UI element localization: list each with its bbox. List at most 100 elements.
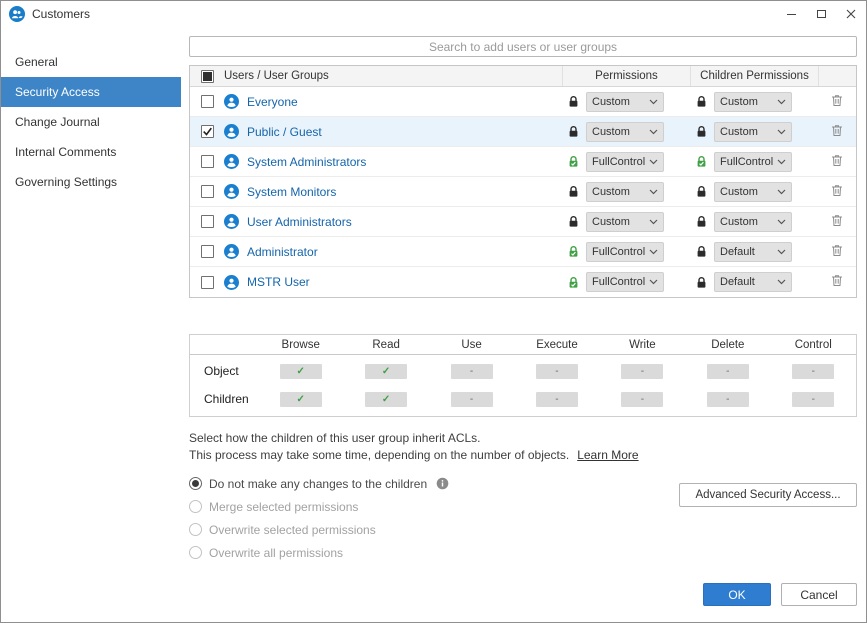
matrix-cell[interactable]: -: [621, 392, 663, 407]
row-checkbox[interactable]: [201, 155, 214, 168]
children-permission-dropdown[interactable]: Custom: [714, 92, 792, 112]
children-permission-dropdown[interactable]: FullControl: [714, 152, 792, 172]
matrix-cell[interactable]: -: [451, 364, 493, 379]
matrix-cell[interactable]: -: [707, 392, 749, 407]
row-checkbox[interactable]: [201, 276, 214, 289]
granted-icon: [567, 245, 580, 258]
permission-dropdown[interactable]: Custom: [586, 92, 664, 112]
user-name[interactable]: MSTR User: [247, 275, 310, 289]
advanced-security-access-button[interactable]: Advanced Security Access...: [679, 483, 857, 507]
cancel-button[interactable]: Cancel: [781, 583, 857, 606]
matrix-cell[interactable]: -: [451, 392, 493, 407]
radio-icon[interactable]: [189, 477, 202, 490]
matrix-cell[interactable]: ✓: [365, 364, 407, 379]
permission-dropdown[interactable]: Custom: [586, 122, 664, 142]
permission-dropdown[interactable]: FullControl: [586, 272, 664, 292]
delete-button[interactable]: [831, 214, 843, 230]
matrix-cell[interactable]: -: [707, 364, 749, 379]
matrix-cell[interactable]: -: [792, 364, 834, 379]
dropdown-value: Custom: [592, 126, 630, 138]
children-permission-dropdown[interactable]: Custom: [714, 212, 792, 232]
user-name[interactable]: User Administrators: [247, 215, 352, 229]
matrix-cell[interactable]: -: [536, 392, 578, 407]
sidebar-item-security-access[interactable]: Security Access: [1, 77, 181, 107]
permission-dropdown[interactable]: Custom: [586, 182, 664, 202]
row-checkbox[interactable]: [201, 185, 214, 198]
dropdown-value: FullControl: [592, 156, 645, 168]
radio-icon[interactable]: [189, 546, 202, 559]
permission-dropdown[interactable]: Custom: [586, 212, 664, 232]
sidebar-item-general[interactable]: General: [1, 47, 181, 77]
chevron-down-icon: [777, 96, 786, 108]
matrix-cell[interactable]: ✓: [280, 392, 322, 407]
lock-icon: [567, 95, 580, 108]
dropdown-value: Custom: [592, 216, 630, 228]
user-name[interactable]: System Administrators: [247, 155, 366, 169]
chevron-down-icon: [649, 246, 658, 258]
maximize-button[interactable]: [806, 1, 836, 27]
window-title: Customers: [32, 7, 90, 21]
ok-button[interactable]: OK: [703, 583, 771, 606]
learn-more-link[interactable]: Learn More: [577, 448, 638, 462]
matrix-cell[interactable]: -: [536, 364, 578, 379]
matrix-cell-wrap: -: [514, 392, 599, 407]
matrix-cell-wrap: ✓: [343, 392, 428, 407]
children-permission-dropdown[interactable]: Custom: [714, 182, 792, 202]
delete-button[interactable]: [831, 184, 843, 200]
inherit-line2-wrap: This process may take some time, dependi…: [189, 447, 857, 464]
permission-dropdown[interactable]: FullControl: [586, 242, 664, 262]
children-permission-dropdown[interactable]: Custom: [714, 122, 792, 142]
dropdown-value: Custom: [720, 186, 758, 198]
lock-icon: [695, 245, 708, 258]
sidebar-item-internal-comments[interactable]: Internal Comments: [1, 137, 181, 167]
row-checkbox[interactable]: [201, 215, 214, 228]
granted-icon: [567, 155, 580, 168]
matrix-cell[interactable]: ✓: [365, 392, 407, 407]
matrix-col-execute: Execute: [514, 339, 599, 351]
user-name[interactable]: Public / Guest: [247, 125, 322, 139]
matrix-cell-wrap: -: [685, 364, 770, 379]
lock-icon: [695, 276, 708, 289]
chevron-down-icon: [777, 216, 786, 228]
matrix-cell-wrap: ✓: [258, 364, 343, 379]
chevron-down-icon: [777, 186, 786, 198]
search-input[interactable]: [189, 36, 857, 57]
delete-button[interactable]: [831, 274, 843, 290]
matrix-cell[interactable]: -: [792, 392, 834, 407]
radio-option-overwrite-selected-permissions[interactable]: Overwrite selected permissions: [189, 518, 857, 541]
sidebar-item-change-journal[interactable]: Change Journal: [1, 107, 181, 137]
user-name[interactable]: Administrator: [247, 245, 318, 259]
close-button[interactable]: [836, 1, 866, 27]
trash-icon: [831, 124, 843, 140]
info-icon: [436, 477, 449, 490]
delete-button[interactable]: [831, 94, 843, 110]
radio-label: Overwrite all permissions: [209, 546, 343, 560]
user-name[interactable]: Everyone: [247, 95, 298, 109]
children-permission-dropdown[interactable]: Default: [714, 242, 792, 262]
user-name[interactable]: System Monitors: [247, 185, 336, 199]
radio-option-overwrite-all-permissions[interactable]: Overwrite all permissions: [189, 541, 857, 564]
row-checkbox[interactable]: [201, 95, 214, 108]
user-row: MSTR User FullControl Default: [190, 267, 856, 297]
matrix-col-browse: Browse: [258, 339, 343, 351]
delete-button[interactable]: [831, 124, 843, 140]
permission-dropdown[interactable]: FullControl: [586, 152, 664, 172]
matrix-cell[interactable]: -: [621, 364, 663, 379]
inherit-line2: This process may take some time, dependi…: [189, 448, 569, 462]
delete-button[interactable]: [831, 154, 843, 170]
delete-button[interactable]: [831, 244, 843, 260]
matrix-cell[interactable]: ✓: [280, 364, 322, 379]
row-checkbox[interactable]: [201, 245, 214, 258]
radio-icon[interactable]: [189, 523, 202, 536]
row-checkbox[interactable]: [201, 125, 214, 138]
matrix-header: BrowseReadUseExecuteWriteDeleteControl: [190, 335, 856, 355]
close-icon: [846, 9, 856, 19]
select-all-checkbox[interactable]: [201, 70, 214, 83]
sidebar-item-governing-settings[interactable]: Governing Settings: [1, 167, 181, 197]
radio-icon[interactable]: [189, 500, 202, 513]
children-permission-dropdown[interactable]: Default: [714, 272, 792, 292]
radio-label: Overwrite selected permissions: [209, 523, 376, 537]
dropdown-value: Default: [720, 276, 755, 288]
minimize-button[interactable]: [776, 1, 806, 27]
dropdown-value: FullControl: [592, 276, 645, 288]
